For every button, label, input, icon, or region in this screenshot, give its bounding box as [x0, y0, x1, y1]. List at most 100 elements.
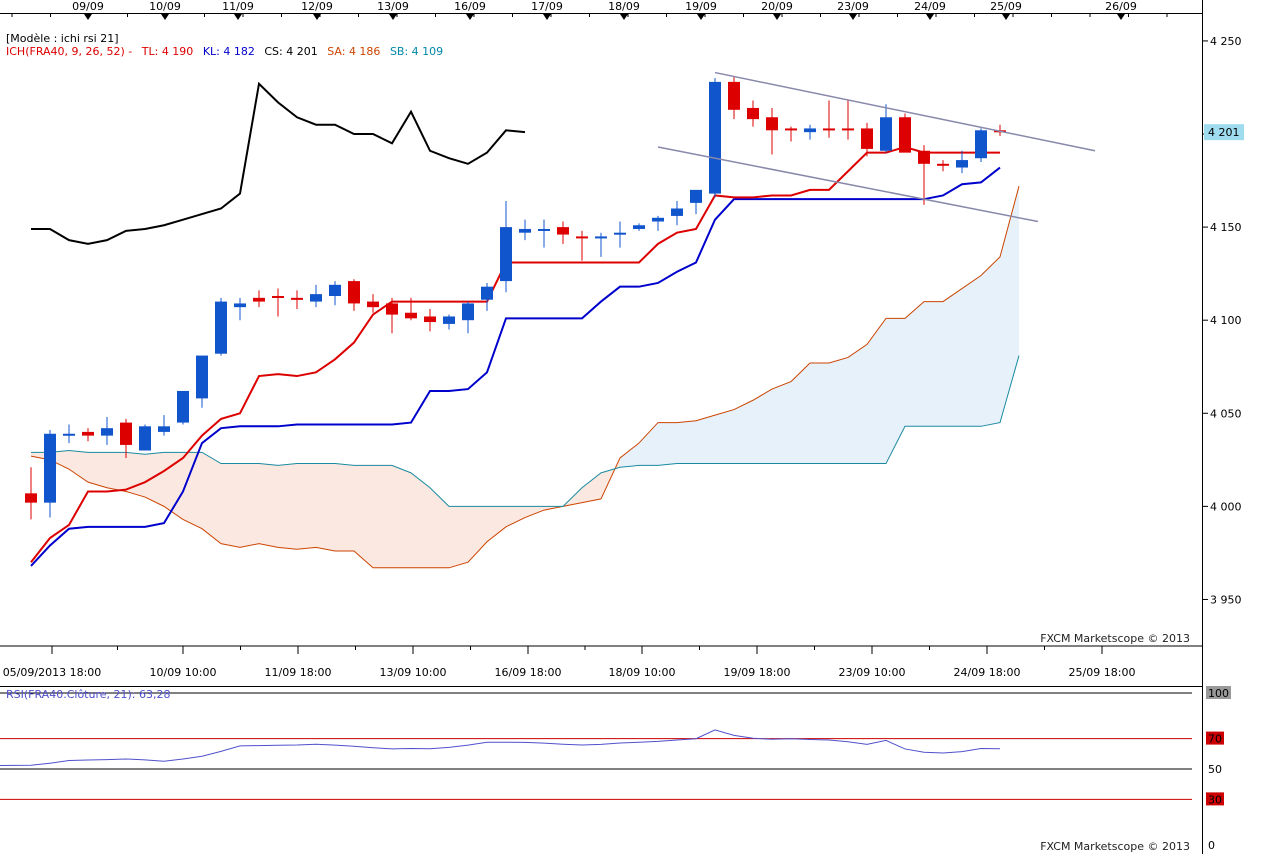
candle-down [576, 230, 588, 261]
candle-down [348, 279, 360, 311]
main-watermark: FXCM Marketscope © 2013 [1040, 632, 1190, 645]
price-axis[interactable]: 4 2504 2004 1504 1004 0504 0003 9504 201 [1202, 35, 1244, 607]
cloud-segment [791, 363, 810, 464]
candle-up [595, 232, 607, 257]
candle-up [538, 219, 550, 248]
legend-tenkan: TL: 4 190 [141, 45, 194, 58]
cloud-segment [905, 301, 924, 427]
top-date-label: 20/09 [761, 0, 793, 13]
cloud-segment [240, 463, 259, 548]
candle-down [386, 297, 398, 334]
candle-body [519, 228, 531, 233]
candle-down [766, 107, 778, 155]
cloud-segment [468, 506, 487, 563]
candle-up [101, 417, 113, 445]
candle-body [424, 316, 436, 323]
candle-up [196, 355, 208, 408]
ichimoku-cloud [31, 186, 1019, 568]
date-marker-icon [697, 14, 705, 20]
candle-down [918, 145, 930, 205]
cloud-segment [943, 288, 962, 427]
time-label: 05/09/2013 18:00 [3, 666, 102, 679]
cloud-segment [354, 465, 373, 568]
candle-body [899, 117, 911, 153]
candle-up [215, 297, 227, 356]
candle-up [975, 128, 987, 162]
candle-up [44, 430, 56, 518]
legend-kijun: KL: 4 182 [202, 45, 255, 58]
top-date-label: 19/09 [685, 0, 717, 13]
cloud-segment [525, 506, 544, 518]
top-date-label: 09/09 [72, 0, 104, 13]
price-tick-label: 4 000 [1210, 500, 1242, 513]
candle-up [234, 297, 246, 321]
candle-down [785, 126, 797, 142]
candle-up [63, 424, 75, 444]
price-tick-label: 4 150 [1210, 221, 1242, 234]
candle-body [158, 426, 170, 432]
cloud-segment [202, 452, 221, 544]
date-marker-icon [1002, 14, 1010, 20]
time-label: 11/09 18:00 [265, 666, 332, 679]
top-date-label: 24/09 [914, 0, 946, 13]
top-date-label: 25/09 [990, 0, 1022, 13]
date-marker-icon [1117, 14, 1125, 20]
candle-up [158, 415, 170, 436]
cloud-segment [582, 472, 601, 503]
candle-body [576, 236, 588, 239]
candle-up [139, 424, 151, 451]
candle-body [367, 301, 379, 308]
time-label: 23/09 10:00 [839, 666, 906, 679]
date-marker-icon [543, 14, 551, 20]
candle-up [956, 150, 968, 174]
candle-body [25, 493, 37, 503]
cloud-segment [107, 452, 126, 492]
candle-up [462, 301, 474, 334]
time-label: 16/09 18:00 [495, 666, 562, 679]
candle-body [481, 286, 493, 300]
legend-senkou-b: SB: 4 109 [389, 45, 444, 58]
cloud-segment [164, 452, 183, 520]
candle-down [747, 100, 759, 127]
candle-body [329, 284, 341, 296]
candle-down [424, 309, 436, 332]
candle-body [405, 312, 417, 319]
date-marker-icon [773, 14, 781, 20]
candle-up [633, 223, 645, 231]
price-tick-label: 4 100 [1210, 314, 1242, 327]
candle-body [500, 227, 512, 282]
candle-down [253, 290, 265, 308]
time-label: 25/09 18:00 [1069, 666, 1136, 679]
candle-up [880, 104, 892, 153]
candle-body [652, 217, 664, 222]
chart-svg: 09/09 10/09 11/09 12/09 13/09 16/09 17/09 18/09… [0, 0, 1244, 854]
top-date-label: 11/09 [222, 0, 254, 13]
cloud-segment [981, 256, 1000, 427]
cloud-segment [658, 422, 677, 466]
candle-down [937, 160, 949, 172]
cloud-segment [829, 357, 848, 464]
cloud-segment [962, 275, 981, 427]
candle-body [975, 130, 987, 159]
candle-body [215, 301, 227, 354]
top-date-axis: 09/09 10/09 11/09 12/09 13/09 16/09 17/09 18/09… [11, 0, 1168, 20]
top-date-label: 10/09 [149, 0, 181, 13]
candle-up [177, 390, 189, 425]
cloud-segment [373, 465, 392, 568]
current-price-label: 4 201 [1208, 126, 1240, 139]
candle-down [823, 100, 835, 138]
date-marker-icon [389, 14, 397, 20]
top-date-label: 26/09 [1105, 0, 1137, 13]
candle-body [538, 228, 550, 231]
candle-down [842, 100, 854, 140]
template-label: [Modèle : ichi rsi 21] [6, 32, 119, 45]
cloud-segment [506, 506, 525, 527]
candle-down [367, 294, 379, 313]
rsi-level-label: 30 [1208, 793, 1222, 806]
cloud-segment [335, 463, 354, 552]
cloud-segment [772, 381, 791, 464]
top-date-label: 18/09 [608, 0, 640, 13]
legend-chikou: CS: 4 201 [264, 45, 318, 58]
candle-body [804, 128, 816, 133]
candle-down [728, 76, 740, 120]
